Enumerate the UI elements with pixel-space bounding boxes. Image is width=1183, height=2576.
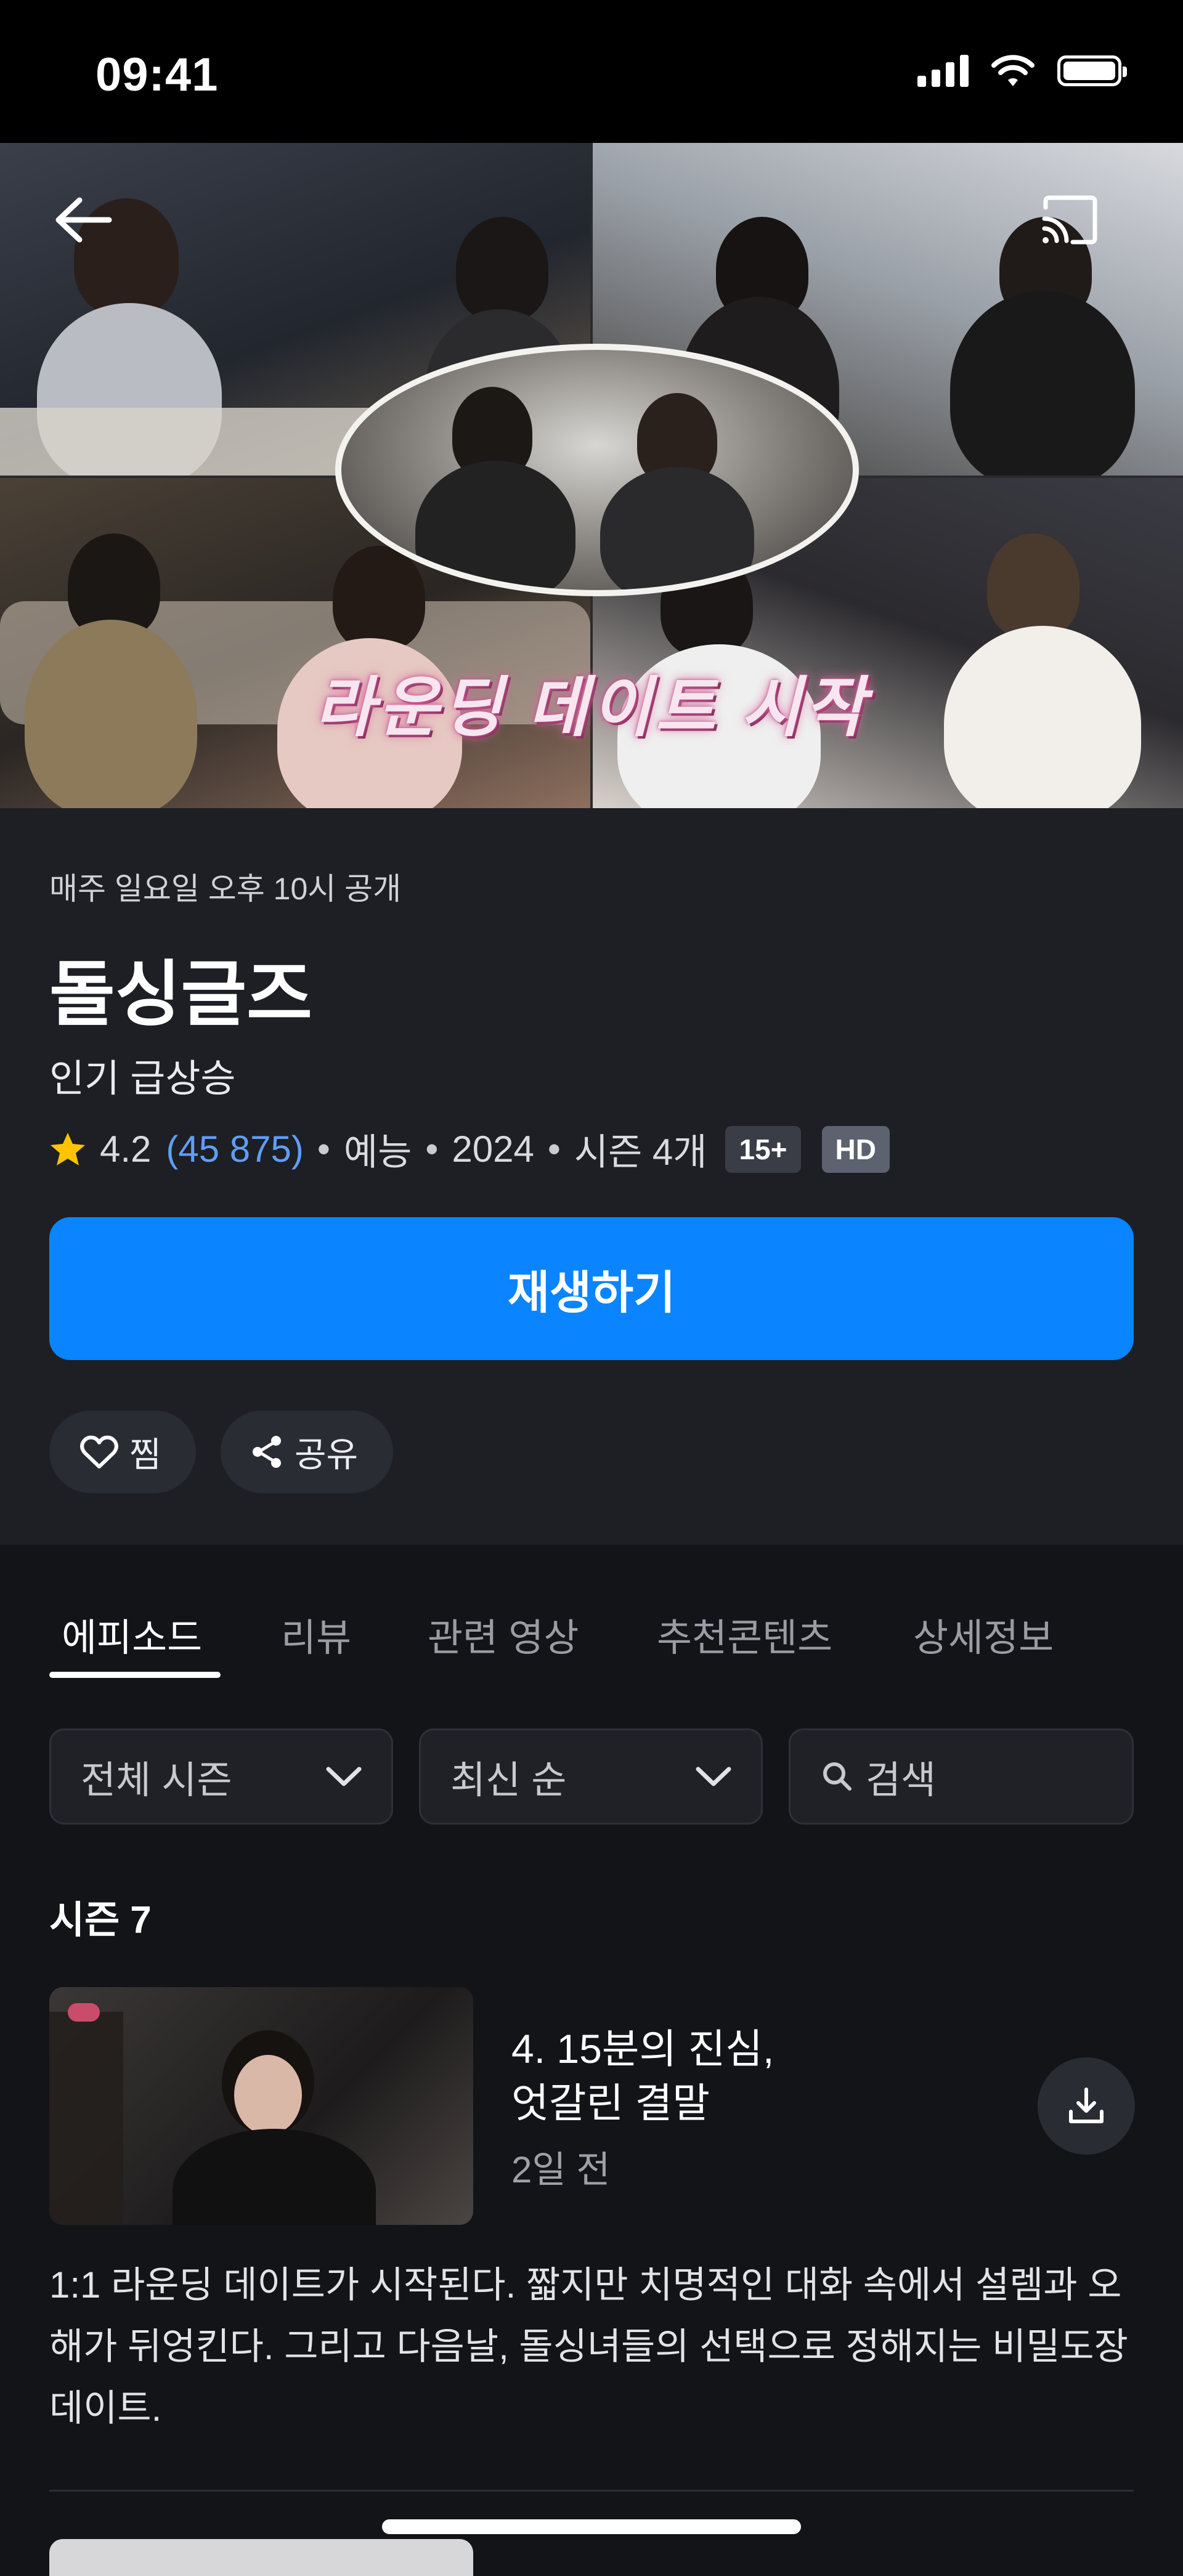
release-schedule: 매주 일요일 오후 10시 공개 — [49, 872, 402, 906]
like-button[interactable]: 찜 — [49, 1411, 196, 1493]
show-meta: 4.2 (45 875) • 예능 • 2024 • 시즌 4개 15+ HD — [49, 1122, 890, 1176]
season-heading: 시즌 7 — [49, 1899, 152, 1942]
battery-icon — [1057, 55, 1127, 86]
episode-divider — [49, 2490, 1134, 2492]
back-arrow-icon — [55, 197, 112, 243]
back-button[interactable] — [43, 180, 123, 260]
tab-details[interactable]: 상세정보 — [913, 1606, 1054, 1662]
search-placeholder: 검색 — [866, 1759, 937, 1802]
star-icon — [51, 1132, 85, 1165]
status-bar: 09:41 — [0, 0, 1183, 143]
tab-related-videos[interactable]: 관련 영상 — [428, 1606, 579, 1662]
year: 2024 — [452, 1128, 534, 1170]
cast-icon — [1042, 195, 1097, 245]
tab-reviews[interactable]: 리뷰 — [281, 1606, 351, 1662]
content-tabs: 에피소드 리뷰 관련 영상 추천콘텐츠 상세정보 — [0, 1545, 1183, 1687]
wifi-icon — [991, 55, 1035, 86]
chevron-down-icon — [696, 1767, 731, 1786]
season-count: 시즌 4개 — [574, 1132, 707, 1173]
sort-dropdown-value: 최신 순 — [450, 1759, 567, 1802]
meta-separator: • — [317, 1128, 330, 1170]
cast-button[interactable] — [1029, 180, 1109, 260]
share-button[interactable]: 공유 — [221, 1411, 393, 1493]
share-label: 공유 — [295, 1435, 359, 1474]
meta-separator: • — [547, 1128, 561, 1170]
tab-recommendations[interactable]: 추천콘텐츠 — [657, 1606, 832, 1662]
hero-banner: 라운딩 데이트 시작 — [0, 143, 1183, 808]
download-button[interactable] — [1038, 2057, 1135, 2155]
share-icon — [253, 1436, 281, 1468]
play-button-label: 재생하기 — [507, 1266, 676, 1318]
quality-badge: HD — [821, 1125, 890, 1173]
episode-title[interactable]: 4. 15분의 진심, 엇갈린 결말 — [511, 2022, 980, 2130]
status-time: 09:41 — [96, 49, 219, 101]
show-title: 돌싱글즈 — [49, 954, 312, 1034]
rating-count-link[interactable]: (45 875) — [166, 1128, 303, 1170]
trending-label: 인기 급상승 — [49, 1058, 236, 1100]
status-icons — [917, 54, 1127, 87]
episode-title-line: 엇갈린 결말 — [511, 2080, 710, 2126]
episode-search-input[interactable]: 검색 — [789, 1728, 1134, 1825]
show-info-panel: 매주 일요일 오후 10시 공개 돌싱글즈 인기 급상승 4.2 (45 875… — [0, 808, 1183, 1545]
chevron-down-icon — [326, 1767, 362, 1786]
hero-center-image — [335, 344, 859, 596]
hero-overlay-text: 라운딩 데이트 시작 — [314, 671, 869, 744]
home-indicator[interactable] — [382, 2519, 801, 2534]
search-icon — [823, 1762, 852, 1791]
download-icon — [1069, 2088, 1104, 2123]
season-dropdown-value: 전체 시즌 — [81, 1759, 232, 1802]
episode-date: 2일 전 — [511, 2149, 611, 2190]
tab-episodes[interactable]: 에피소드 — [62, 1606, 202, 1662]
play-button[interactable]: 재생하기 — [49, 1217, 1134, 1360]
episode-title-line: 4. 15분의 진심, — [511, 2026, 774, 2072]
like-label: 찜 — [129, 1435, 161, 1474]
sort-dropdown[interactable]: 최신 순 — [419, 1728, 763, 1825]
signal-icon — [917, 55, 969, 87]
season-dropdown[interactable]: 전체 시즌 — [49, 1728, 393, 1825]
active-tab-indicator — [49, 1672, 221, 1678]
episode-thumbnail[interactable] — [49, 1987, 473, 2225]
episode-thumbnail[interactable] — [49, 2539, 473, 2576]
genre: 예능 — [343, 1132, 412, 1173]
age-rating-badge: 15+ — [725, 1125, 801, 1173]
meta-separator: • — [425, 1128, 439, 1170]
rating-value: 4.2 — [100, 1128, 152, 1170]
heart-icon — [80, 1435, 118, 1468]
episode-description: 1:1 라운딩 데이트가 시작된다. 짧지만 치명적인 대화 속에서 설렘과 오… — [49, 2264, 1128, 2429]
